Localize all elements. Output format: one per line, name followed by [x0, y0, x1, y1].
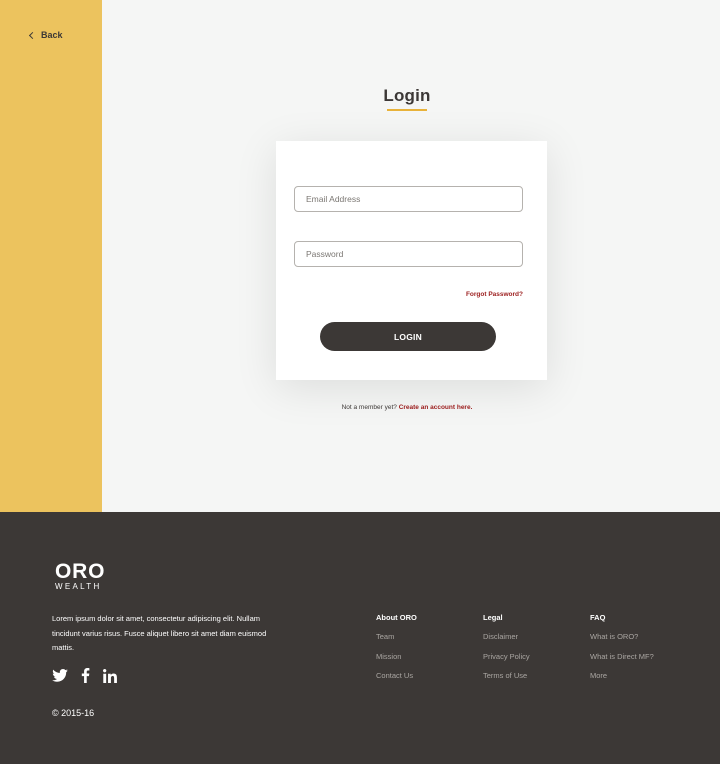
footer-link-contact-us[interactable]: Contact Us — [376, 671, 417, 691]
footer-link-privacy-policy[interactable]: Privacy Policy — [483, 652, 530, 672]
email-field[interactable] — [294, 186, 523, 212]
footer-link-terms-of-use[interactable]: Terms of Use — [483, 671, 530, 691]
social-links — [52, 668, 117, 683]
footer-column-about: About ORO Team Mission Contact Us — [376, 613, 417, 691]
email-input[interactable] — [306, 194, 511, 204]
login-heading: Login — [102, 86, 712, 111]
password-input[interactable] — [306, 249, 511, 259]
title-underline — [387, 109, 427, 111]
password-field[interactable] — [294, 241, 523, 267]
facebook-icon[interactable] — [81, 668, 90, 683]
sidebar: Back — [0, 0, 102, 512]
logo-main: ORO — [55, 560, 106, 583]
footer-column-heading: About ORO — [376, 613, 417, 622]
footer-link-what-is-direct-mf[interactable]: What is Direct MF? — [590, 652, 654, 672]
back-link[interactable]: Back — [28, 30, 63, 40]
footer-column-heading: FAQ — [590, 613, 606, 622]
footer-about-text: Lorem ipsum dolor sit amet, consectetur … — [52, 614, 267, 652]
copyright-text: © 2015-16 — [52, 708, 95, 718]
linkedin-icon[interactable] — [103, 668, 117, 683]
footer: ORO WEALTH Lorem ipsum dolor sit amet, c… — [0, 512, 720, 764]
footer-column-heading: Legal — [483, 613, 503, 622]
footer-column-faq: FAQ What is ORO? What is Direct MF? More — [590, 613, 654, 691]
footer-link-team[interactable]: Team — [376, 632, 417, 652]
footer-column-legal: Legal Disclaimer Privacy Policy Terms of… — [483, 613, 530, 691]
logo-sub: WEALTH — [55, 582, 102, 591]
page: Back Login Forgot Password? LOGIN Not a … — [0, 0, 720, 764]
twitter-icon[interactable] — [52, 669, 68, 682]
signup-prompt: Not a member yet? Create an account here… — [102, 404, 712, 411]
chevron-left-icon — [28, 31, 37, 40]
footer-link-disclaimer[interactable]: Disclaimer — [483, 632, 530, 652]
footer-link-mission[interactable]: Mission — [376, 652, 417, 672]
back-label: Back — [41, 30, 63, 40]
footer-link-what-is-oro[interactable]: What is ORO? — [590, 632, 654, 652]
create-account-link[interactable]: Create an account here. — [399, 404, 473, 411]
footer-link-more[interactable]: More — [590, 671, 654, 691]
login-card: Forgot Password? LOGIN — [276, 141, 547, 380]
signup-prefix: Not a member yet? — [341, 404, 397, 411]
main-area: Back Login Forgot Password? LOGIN Not a … — [0, 0, 720, 512]
page-title: Login — [383, 86, 431, 105]
forgot-password-link[interactable]: Forgot Password? — [466, 291, 523, 298]
oro-wealth-logo[interactable]: ORO WEALTH — [55, 560, 106, 592]
login-button[interactable]: LOGIN — [320, 322, 496, 351]
